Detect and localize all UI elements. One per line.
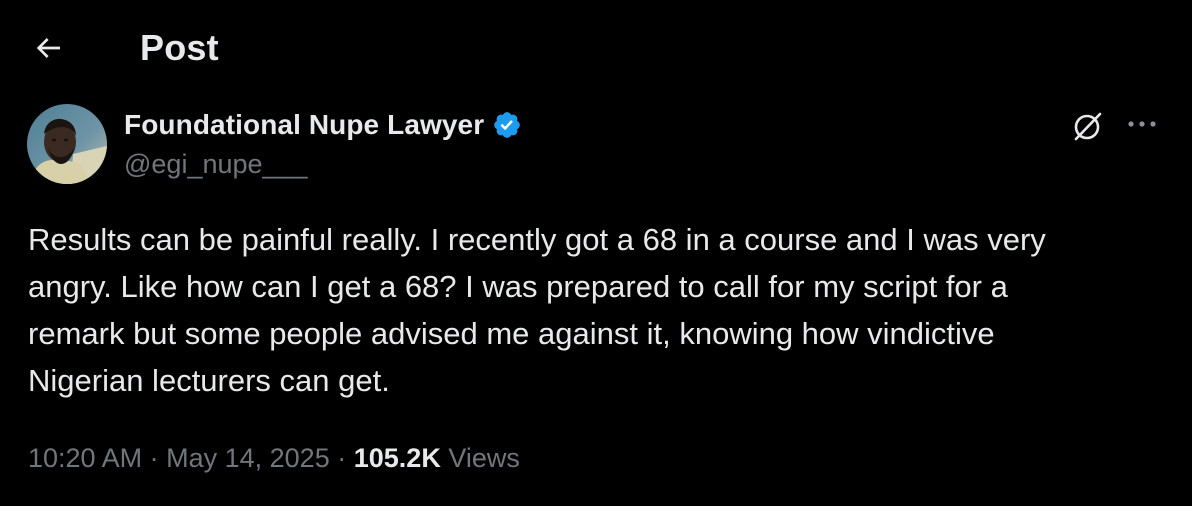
page-title: Post bbox=[140, 27, 219, 68]
more-button[interactable] bbox=[1120, 104, 1164, 144]
author-name: Foundational Nupe Lawyer bbox=[124, 109, 485, 140]
avatar[interactable] bbox=[27, 104, 107, 184]
arrow-left-icon bbox=[36, 38, 60, 58]
grok-button[interactable] bbox=[1066, 104, 1110, 148]
grok-icon bbox=[1074, 112, 1102, 141]
avatar-photo bbox=[27, 104, 107, 184]
author-handle[interactable]: @egi_nupe___ bbox=[124, 146, 308, 182]
views-count: 105.2K bbox=[353, 443, 441, 473]
back-button[interactable] bbox=[26, 26, 70, 70]
meta-separator: · bbox=[149, 443, 159, 473]
tweet-metadata: 10:20 AM · May 14, 2025 · 105.2K Views bbox=[28, 438, 520, 478]
verified-badge-icon bbox=[492, 109, 524, 141]
views-label: Views bbox=[448, 443, 520, 473]
tweet-time[interactable]: 10:20 AM bbox=[28, 443, 142, 473]
tweet-date[interactable]: May 14, 2025 bbox=[166, 443, 330, 473]
post-header: Post bbox=[0, 0, 1192, 96]
meta-separator: · bbox=[337, 443, 347, 473]
author-name-row[interactable]: Foundational Nupe Lawyer bbox=[124, 106, 524, 144]
more-dots-icon bbox=[1128, 121, 1156, 127]
tweet-text: Results can be painful really. I recentl… bbox=[28, 222, 1046, 398]
